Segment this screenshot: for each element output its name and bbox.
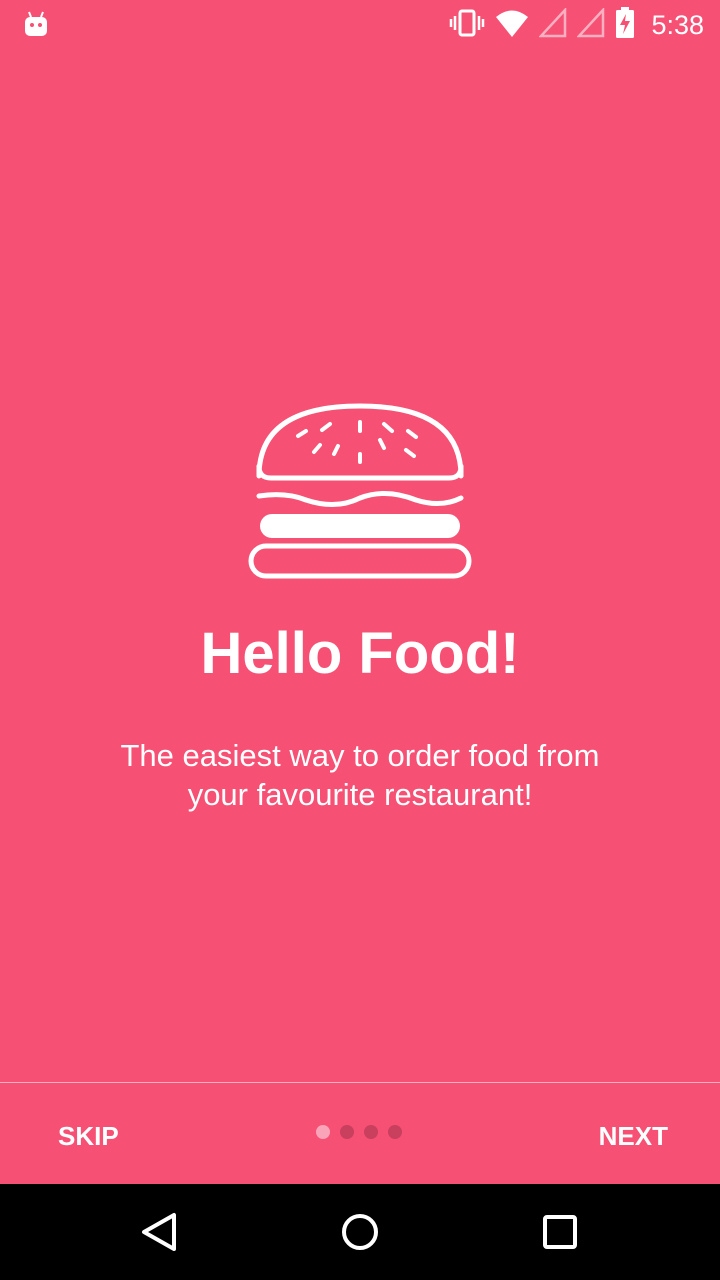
page-dot[interactable] — [340, 1125, 354, 1139]
onboarding-description: The easiest way to order food from your … — [120, 738, 600, 812]
status-time: 5:38 — [651, 9, 704, 40]
wifi-icon — [495, 8, 529, 43]
vibrate-icon — [449, 8, 485, 43]
signal-icon — [576, 6, 605, 43]
android-debug-icon — [22, 10, 50, 38]
signal-icon — [538, 6, 567, 43]
home-icon[interactable] — [332, 1204, 388, 1260]
battery-charging-icon — [615, 6, 635, 44]
page-dot[interactable] — [388, 1125, 402, 1139]
recents-icon[interactable] — [532, 1204, 588, 1260]
status-bar: 5:38 — [0, 0, 720, 50]
burger-icon — [246, 400, 474, 582]
page-dot-active[interactable] — [316, 1125, 330, 1139]
onboarding-footer: SKIP NEXT — [0, 1083, 720, 1184]
next-button[interactable]: NEXT — [599, 1121, 668, 1152]
onboarding-title: Hello Food! — [200, 621, 520, 686]
page-indicator — [316, 1125, 402, 1139]
back-icon[interactable] — [132, 1204, 188, 1260]
skip-button[interactable]: SKIP — [58, 1121, 119, 1152]
page-dot[interactable] — [364, 1125, 378, 1139]
status-icons: 5:38 — [449, 6, 704, 44]
navigation-bar — [0, 1184, 720, 1280]
